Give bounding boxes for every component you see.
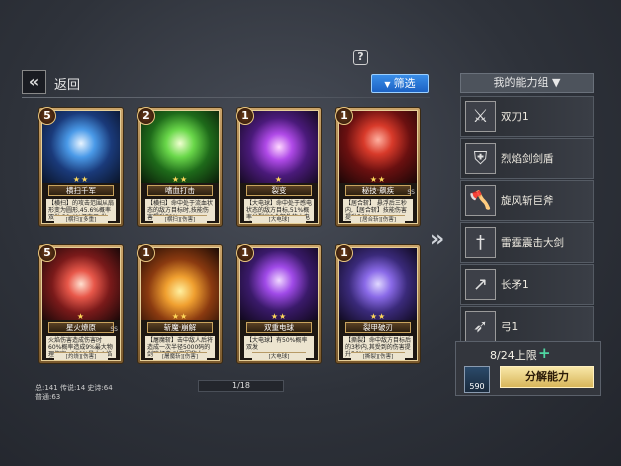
header-divider: [22, 97, 430, 98]
dropdown-triangle-icon: ▼: [384, 80, 391, 89]
card-ss-badge: SS: [110, 326, 118, 333]
capacity-panel: 8/24上限 + 590 分解能力: [455, 341, 601, 396]
card-name: 双重电球: [246, 322, 312, 333]
card-frame: ★裂变【大电球】命中处于感电状态的敌方目标,51%概率分裂出2个额外的小电球[大…: [239, 110, 319, 224]
ability-card[interactable]: ★★横扫千军【横扫】的攻击范围从扇形变为圆形,45.6%概率双发,30.4%概率…: [38, 107, 124, 227]
card-name: 横扫千军: [48, 185, 114, 196]
card-tag: [横扫][多重]: [54, 215, 108, 223]
capacity-text: 8/24上限: [490, 349, 537, 362]
card-count-badge: 1: [335, 107, 353, 125]
stats-line-1: 总:141 传说:14 史诗:64: [35, 384, 113, 392]
card-stats: 总:141 传说:14 史诗:64 普通:63: [35, 384, 113, 402]
ability-card[interactable]: ★★嗜血打击【横扫】命中处于流血状态的敌方目标时,技能伤害提升72%[横扫][伤…: [137, 107, 223, 227]
card-name: 嗜血打击: [147, 185, 213, 196]
card-stars: ★: [76, 312, 86, 321]
card-stars: ★★: [369, 312, 387, 321]
resource-count: 590: [469, 382, 485, 391]
back-button[interactable]: «: [22, 70, 46, 94]
help-icon[interactable]: ?: [353, 50, 368, 65]
bow-icon: ➶: [465, 311, 496, 342]
card-name: 斩魔·崩解: [147, 322, 213, 333]
card-count-badge: 1: [335, 244, 353, 262]
card-tag: [大电球]: [252, 352, 306, 360]
ability-group-item[interactable]: ⛨ 烈焰剑剑盾: [460, 138, 594, 179]
card-name: 裂变: [246, 185, 312, 196]
card-stars: ★★: [270, 312, 288, 321]
card-stars: ★★: [72, 175, 90, 184]
ability-group-item[interactable]: ⚔ 双刀1: [460, 96, 594, 137]
double-chevron-left-icon: «: [28, 72, 40, 91]
card-ss-badge: SS: [407, 189, 415, 196]
ability-card[interactable]: ★裂变【大电球】命中处于感电状态的敌方目标,51%概率分裂出2个额外的小电球[大…: [236, 107, 322, 227]
ability-card[interactable]: ★星火燎原SS火焰伤害造成伤害时60%概率造成9%最大物理伤害+380%最大火焰…: [38, 244, 124, 364]
filter-button[interactable]: ▼ 筛选: [371, 74, 429, 93]
card-count-badge: 2: [137, 107, 155, 125]
filter-label: 筛选: [393, 77, 416, 90]
ability-group-header-label: 我的能力组: [493, 76, 549, 89]
back-label[interactable]: 返回: [54, 74, 80, 93]
ability-group-item[interactable]: † 雷霆震击大剑: [460, 222, 594, 263]
card-name: 星火燎原: [48, 322, 114, 333]
card-frame: ★★ 双重电球 【大电球】有50%概率双发 [大电球]: [239, 247, 319, 361]
card-tag: [居合斩][伤害]: [351, 215, 405, 223]
ability-group-name: 双刀1: [501, 111, 529, 123]
card-stars: ★★: [171, 175, 189, 184]
card-tag: [撕裂][伤害]: [351, 352, 405, 360]
transfer-arrows-icon: »: [430, 227, 444, 252]
ability-card[interactable]: ★★秘技·飙疾SS【居合斩】 悬浮后三秒内,【居合斩】技能伤害提升56%[居合斩…: [335, 107, 421, 227]
card-count-badge: 5: [38, 107, 56, 125]
card-tag: [屠魔斩][伤害]: [153, 352, 207, 360]
decompose-button[interactable]: 分解能力: [500, 366, 594, 388]
card-stars: ★: [274, 175, 284, 184]
card-tag: [横扫][伤害]: [153, 215, 207, 223]
card-frame: ★★裂甲破刃【撕裂】命中敌方目标后的3秒内,其受到的伤害提升56%[撕裂][伤害…: [338, 247, 418, 361]
ability-group-name: 长矛1: [501, 279, 529, 291]
dropdown-triangle-icon: ▼: [552, 76, 561, 89]
ability-group-name: 弓1: [501, 321, 519, 333]
card-name: 裂甲破刃: [345, 322, 411, 333]
ability-group-name: 烈焰剑剑盾: [501, 153, 554, 165]
spear-icon: ↗: [465, 269, 496, 300]
card-count-badge: 1: [236, 244, 254, 262]
ability-group-name: 旋风斩巨斧: [501, 195, 554, 207]
card-frame: ★★嗜血打击【横扫】命中处于流血状态的敌方目标时,技能伤害提升72%[横扫][伤…: [140, 110, 220, 224]
ability-card[interactable]: ★★斩魔·崩解【屠魔斩】击中敌人后将造成一次半径5000码的剑鸣打击,对周围敌人…: [137, 244, 223, 364]
ability-group-name: 雷霆震击大剑: [501, 237, 564, 249]
ability-group-item[interactable]: ↗ 长矛1: [460, 264, 594, 305]
card-count-badge: 5: [38, 244, 56, 262]
card-tag: [大电球]: [252, 215, 306, 223]
card-name: 秘技·飙疾: [345, 185, 411, 196]
crossed-swords-icon: ⚔: [465, 101, 496, 132]
card-count-badge: 1: [236, 107, 254, 125]
card-stars: ★★: [369, 175, 387, 184]
ability-group-dropdown[interactable]: 我的能力组 ▼: [460, 73, 594, 93]
ability-card[interactable]: ★★裂甲破刃【撕裂】命中敌方目标后的3秒内,其受到的伤害提升56%[撕裂][伤害…: [335, 244, 421, 364]
card-count-badge: 1: [137, 244, 155, 262]
card-frame: ★星火燎原SS火焰伤害造成伤害时60%概率造成9%最大物理伤害+380%最大火焰…: [41, 247, 121, 361]
card-frame: ★★斩魔·崩解【屠魔斩】击中敌人后将造成一次半径5000码的剑鸣打击,对周围敌人…: [140, 247, 220, 361]
sword-shield-icon: ⛨: [465, 143, 496, 174]
plus-icon[interactable]: +: [538, 344, 551, 362]
page-indicator[interactable]: 1/18: [198, 380, 284, 392]
card-tag: [灼烧][伤害]: [54, 352, 108, 360]
ability-group-item[interactable]: 🪓 旋风斩巨斧: [460, 180, 594, 221]
axe-icon: 🪓: [465, 185, 496, 216]
ability-card[interactable]: ★★ 双重电球 【大电球】有50%概率双发 [大电球] 1: [236, 244, 322, 364]
card-frame: ★★横扫千军【横扫】的攻击范围从扇形变为圆形,45.6%概率双发,30.4%概率…: [41, 110, 121, 224]
greatsword-icon: †: [465, 227, 496, 258]
card-frame: ★★秘技·飙疾SS【居合斩】 悬浮后三秒内,【居合斩】技能伤害提升56%[居合斩…: [338, 110, 418, 224]
card-stars: ★★: [171, 312, 189, 321]
stats-line-2: 普通:63: [35, 393, 61, 401]
